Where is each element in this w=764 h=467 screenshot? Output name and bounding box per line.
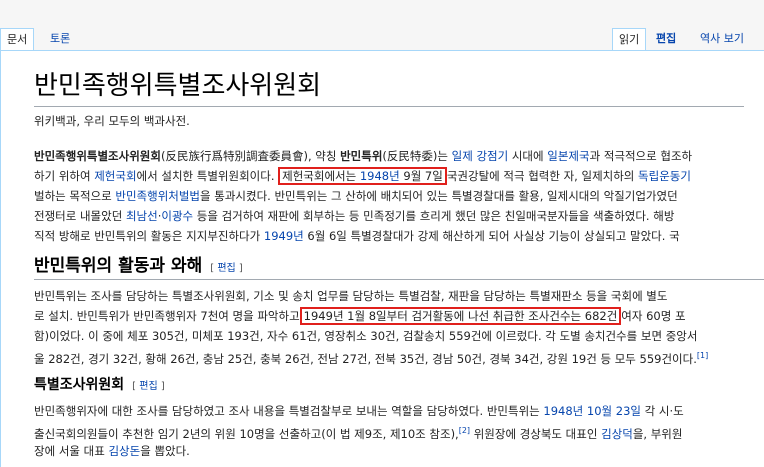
page-tabs: 문서 토론 읽기 편집 역사 보기 — [0, 0, 764, 52]
text: 등을 검거하여 재판에 회부하는 등 민족정기를 흐리게 했던 많은 친일매국분… — [193, 209, 675, 223]
text: 위원장에 경상북도 대표인 — [470, 426, 602, 441]
tab-read[interactable]: 읽기 — [612, 28, 647, 51]
link-kim-sang-don[interactable]: 김상돈 — [108, 444, 140, 458]
link-independence-movement[interactable]: 독립운동기 — [638, 169, 691, 183]
text: (反民族行爲特別調査委員會), 약칭 — [160, 149, 341, 163]
link-empire-of-japan[interactable]: 일본제국 — [547, 149, 589, 163]
text: 하기 위하여 — [34, 169, 95, 183]
heading-text: 특별조사위원회 — [34, 377, 125, 393]
sec1-line-1: 반민특위는 조사를 담당하는 특별조사위원회, 기소 및 송치 업무를 담당하는… — [34, 289, 668, 303]
link-date[interactable]: 1948년 10월 23일 — [543, 404, 641, 418]
link-choe-nam-seon[interactable]: 최남선 — [126, 209, 158, 223]
edit-section-link[interactable]: 편집 — [139, 381, 157, 392]
text: 6월 6일 특별경찰대가 강제 해산하게 되어 사실상 기능이 상실되고 말았다… — [303, 229, 680, 243]
intro-line-5: 직적 방해로 반민특위의 활동은 지지부진하다가 1949년 6월 6일 특별경… — [34, 226, 680, 246]
ref-link[interactable]: [1] — [697, 351, 708, 360]
sec1-line-2: 로 설치. 반민특위가 반민족행위자 7천여 명을 파악하고 1949년 1월 8… — [34, 306, 686, 326]
page-title: 반민족행위특별조사위원회 — [34, 65, 744, 107]
text: 반민족행위자에 대한 조사를 담당하였고 조사 내용을 특별검찰부로 보내는 역… — [34, 404, 544, 418]
text: 제헌국회에서는 — [282, 169, 360, 183]
highlight-box: 제헌국회에서는 1948년 9월 7일 — [278, 167, 447, 185]
link-japanese-occupation[interactable]: 일제 강점기 — [452, 149, 509, 163]
sec2-line-1: 반민족행위자에 대한 조사를 담당하였고 조사 내용을 특별검찰부로 보내는 역… — [34, 401, 684, 421]
tab-edit[interactable]: 편집 — [650, 28, 682, 50]
tab-talk[interactable]: 토론 — [44, 28, 76, 50]
link-yi-gwang-su[interactable]: 이광수 — [161, 209, 193, 223]
intro-line-1: 반민족행위특별조사위원회(反民族行爲特別調査委員會), 약칭 반민특위(反民特委… — [34, 146, 692, 166]
link-1948[interactable]: 1948년 — [360, 169, 400, 183]
intro-line-3: 벌하는 목적으로 반민족행위처벌법을 통과시켰다. 반민특위는 그 산하에 배치… — [34, 186, 678, 206]
text: 출신국회의원들이 추천한 임기 2년의 위원 10명을 선출하고(이 법 제9조… — [34, 426, 459, 441]
section-heading: 반민특위의 활동과 와해 [ 편집 ] — [34, 251, 764, 280]
link-1949[interactable]: 1949년 — [264, 229, 304, 243]
article-content: 반민족행위특별조사위원회 위키백과, 우리 모두의 백과사전. 반민족행위특별조… — [0, 50, 764, 467]
subsection-heading: 특별조사위원회 [ 편집 ] — [34, 374, 165, 394]
heading-text: 반민특위의 활동과 와해 — [34, 256, 203, 276]
edit-section: [ 편집 ] — [132, 381, 165, 392]
highlight-box: 1949년 1월 8일부터 검거활동에 나선 취급한 조사건수는 682건 — [299, 307, 622, 325]
text: 과 적극적으로 협조하 — [589, 149, 693, 163]
link-kim-sang-deok[interactable]: 김상덕 — [601, 427, 633, 441]
tab-history[interactable]: 역사 보기 — [694, 28, 750, 50]
text: 을 통과시켰다. 반민특위는 그 산하에 배치되어 있는 특별경찰대를 활용, … — [200, 189, 678, 203]
text: 전쟁터로 내몰았던 — [34, 209, 126, 223]
text: 에서 설치한 특별위원회이다. — [136, 169, 279, 183]
tab-article[interactable]: 문서 — [0, 28, 35, 51]
ref-link[interactable]: [2] — [459, 426, 470, 435]
link-punishment-law[interactable]: 반민족행위처벌법 — [115, 189, 200, 203]
link-constituent-assembly[interactable]: 제헌국회 — [94, 169, 136, 183]
text: (反民特委)는 — [382, 149, 452, 163]
text: 장에 서울 대표 — [34, 444, 109, 458]
sec1-line-4: 울 282건, 경기 32건, 황해 26건, 충남 25건, 충북 26건, … — [34, 346, 708, 369]
text: 직적 방해로 반민특위의 활동은 지지부진하다가 — [34, 229, 264, 243]
intro-line-2: 하기 위하여 제헌국회에서 설치한 특별위원회이다. 제헌국회에서는 1948년… — [34, 166, 691, 186]
edit-section: [ 편집 ] — [210, 263, 243, 274]
text: 울 282건, 경기 32건, 황해 26건, 충남 25건, 충북 26건, … — [34, 351, 697, 366]
site-subtitle: 위키백과, 우리 모두의 백과사전. — [34, 114, 190, 128]
text: 을, 부위원 — [632, 426, 683, 441]
text: 9월 7일 — [399, 169, 443, 183]
text: 시대에 — [508, 149, 548, 163]
text: 로 설치. 반민특위가 반민족행위자 7천여 명을 파악하고 — [34, 309, 300, 323]
text: 벌하는 목적으로 — [34, 189, 116, 203]
text: 국권강탈에 적극 협력한 자, 일제치하의 — [446, 169, 639, 183]
text: 을 뽑았다. — [140, 444, 190, 458]
edit-section-link[interactable]: 편집 — [217, 263, 235, 274]
text: 여자 60명 포 — [621, 309, 686, 323]
bold-term: 반민특위 — [340, 149, 383, 163]
text: 각 시·도 — [640, 404, 684, 418]
bold-term: 반민족행위특별조사위원회 — [34, 149, 161, 163]
sec2-line-3: 장에 서울 대표 김상돈을 뽑았다. — [34, 441, 190, 461]
sec1-line-3: 함)이었다. 이 중에 체포 305건, 미체포 193건, 자수 61건, 영… — [34, 329, 698, 343]
intro-line-4: 전쟁터로 내몰았던 최남선·이광수 등을 검거하여 재판에 회부하는 등 민족정… — [34, 206, 674, 226]
